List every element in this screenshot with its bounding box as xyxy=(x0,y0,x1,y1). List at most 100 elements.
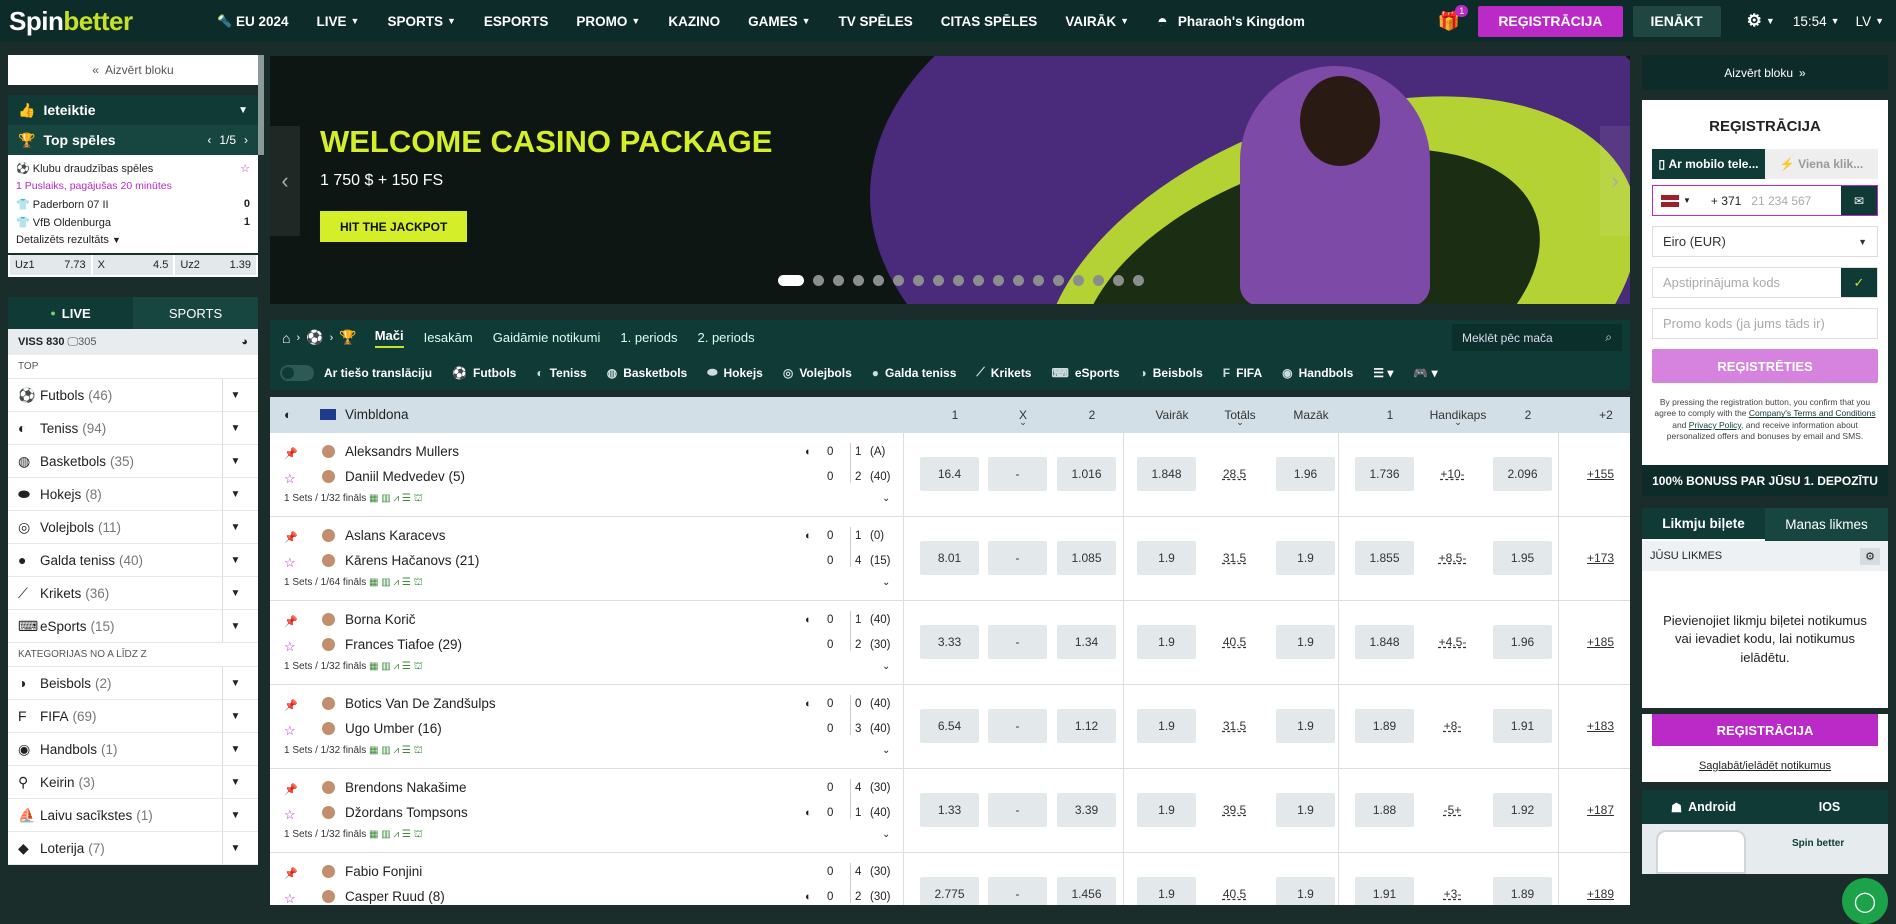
chevron-down-icon[interactable]: ▼ xyxy=(222,577,248,609)
all-events-row[interactable]: VISS 830 🖵305 ◕ xyxy=(8,329,258,355)
confirmation-code-input[interactable]: Apstiprinājuma kods xyxy=(1653,275,1841,290)
stats-icons[interactable]: ▦ ▥ ⩘ ☰ ⛫ xyxy=(366,493,423,504)
promo-banner[interactable]: ‹ › WELCOME CASINO PACKAGE 1 750 $ + 150… xyxy=(270,56,1630,304)
gamepad-icon[interactable]: 🎮 ▾ xyxy=(1413,366,1437,380)
chevron-down-icon[interactable]: ▼ xyxy=(222,544,248,576)
nav-item-2[interactable]: SPORTS ▼ xyxy=(373,14,469,29)
pin-icon[interactable]: 📌 xyxy=(284,531,298,544)
odds-button-1[interactable]: - xyxy=(988,541,1047,575)
envelope-icon[interactable]: ✉ xyxy=(1841,186,1877,215)
sport-filter-4[interactable]: ◎ Volejbols xyxy=(783,366,852,380)
save-load-events-link[interactable]: Saglabāt/ielādēt notikumus xyxy=(1642,750,1888,782)
banner-dot-1[interactable] xyxy=(813,275,824,286)
odds-button-4[interactable]: 39.5 xyxy=(1205,793,1264,827)
odds-button-6[interactable]: 1.736 xyxy=(1355,457,1414,491)
sport-row-laivu-sacīkstes[interactable]: ⛵ Laivu sacīkstes (1) ▼ xyxy=(8,799,258,832)
odds-button-3[interactable]: 1.9 xyxy=(1137,793,1196,827)
banner-next-arrow[interactable]: › xyxy=(1600,126,1630,236)
sport-row-fifa[interactable]: F FIFA (69) ▼ xyxy=(8,700,258,733)
banner-dot-14[interactable] xyxy=(1073,275,1084,286)
live-stream-toggle[interactable] xyxy=(280,364,314,381)
spinbetter-logo[interactable]: Spinbetter xyxy=(0,6,200,37)
table-row[interactable]: 📌 ☆ Borna Korič Frances Tiafoe (29) 1 Sets /… xyxy=(270,601,1630,685)
odds-button-0[interactable]: 1.33 xyxy=(920,793,979,827)
odds-button-0[interactable]: 2.775 xyxy=(920,877,979,905)
chevron-down-icon[interactable]: ⌄ xyxy=(882,661,890,672)
odds-button-6[interactable]: 1.88 xyxy=(1355,793,1414,827)
bet-slip-register-button[interactable]: REĢISTRĀCIJA xyxy=(1652,714,1878,746)
nav-item-6[interactable]: GAMES ▼ xyxy=(734,14,824,29)
chevron-down-icon[interactable]: ▼ xyxy=(222,733,248,765)
nav-item-9[interactable]: VAIRĀK ▼ xyxy=(1051,14,1143,29)
chevron-down-icon[interactable]: ▼ xyxy=(222,700,248,732)
language-select[interactable]: LV ▼ xyxy=(1844,14,1896,29)
odds-button-2[interactable]: 1.016 xyxy=(1057,457,1116,491)
login-button[interactable]: IENĀKT xyxy=(1632,5,1721,37)
sport-filter-8[interactable]: ◑ Beisbols xyxy=(1140,366,1203,380)
sport-filter-10[interactable]: ◉ Handbols xyxy=(1282,366,1353,380)
globe-icon[interactable]: ◕ xyxy=(241,336,248,348)
odds-button-4[interactable]: 40.5 xyxy=(1205,625,1264,659)
odds-button-7[interactable]: +10- xyxy=(1423,457,1482,491)
odds-button-3[interactable]: 1.9 xyxy=(1137,625,1196,659)
tab-2[interactable]: Gaidāmie notikumi xyxy=(493,330,601,345)
tab-4[interactable]: 2. periods xyxy=(697,330,754,345)
stats-icons[interactable]: ▦ ▥ ⩘ ☰ ⛫ xyxy=(366,577,423,588)
close-right-block-button[interactable]: Aizvērt bloku » xyxy=(1642,55,1888,90)
sport-row-basketbols[interactable]: ◍ Basketbols (35) ▼ xyxy=(8,445,258,478)
nav-item-5[interactable]: KAZINO xyxy=(654,14,734,29)
odds-button-8[interactable]: 1.91 xyxy=(1493,709,1552,743)
table-row[interactable]: 📌 ☆ Botics Van De Zandšulps Ugo Umber (16) 1… xyxy=(270,685,1630,769)
odds-button-3[interactable]: 1.9 xyxy=(1137,709,1196,743)
favorite-star-icon[interactable]: ☆ xyxy=(284,471,296,487)
favorite-star-icon[interactable]: ☆ xyxy=(284,891,296,905)
odds-button-1[interactable]: - xyxy=(988,877,1047,905)
odds-button-5[interactable]: 1.9 xyxy=(1276,793,1335,827)
odds-button-3[interactable]: 1.848 xyxy=(1137,457,1196,491)
sport-filter-3[interactable]: ⬬ Hokejs xyxy=(707,365,763,380)
tournament-name[interactable]: Vimbldona xyxy=(345,407,409,422)
odds-button-2[interactable]: 1.34 xyxy=(1057,625,1116,659)
odds-cell-1[interactable]: X 4.5 xyxy=(92,255,174,275)
odds-button-5[interactable]: 1.96 xyxy=(1276,457,1335,491)
sport-row-galda-teniss[interactable]: ● Galda teniss (40) ▼ xyxy=(8,544,258,577)
table-row[interactable]: 📌 ☆ Brendons Nakašime Džordans Tompsons 1 Se… xyxy=(270,769,1630,853)
odds-button-4[interactable]: 40.5 xyxy=(1205,877,1264,905)
odds-button-7[interactable]: +8.5- xyxy=(1423,541,1482,575)
chat-support-button[interactable]: ◯ xyxy=(1842,878,1888,924)
table-row[interactable]: 📌☆Fabio FonjiniCasper Ruud (8)1 Sets / 1… xyxy=(270,853,1630,905)
banner-dot-2[interactable] xyxy=(833,275,844,286)
featured-game-link[interactable]: ◓ Pharaoh's Kingdom xyxy=(1143,11,1319,32)
ios-app-button[interactable]: IOS xyxy=(1765,790,1888,824)
banner-dot-9[interactable] xyxy=(973,275,984,286)
stats-icons[interactable]: ▦ ▥ ⩘ ☰ ⛫ xyxy=(366,829,423,840)
hit-the-jackpot-button[interactable]: HIT THE JACKPOT xyxy=(320,211,468,242)
register-button[interactable]: REĢISTRĀCIJA xyxy=(1478,5,1623,37)
banner-dot-7[interactable] xyxy=(933,275,944,286)
odds-button-8[interactable]: 1.96 xyxy=(1493,625,1552,659)
pin-icon[interactable]: 📌 xyxy=(284,615,298,628)
banner-dot-12[interactable] xyxy=(1033,275,1044,286)
odds-button-0[interactable]: 16.4 xyxy=(920,457,979,491)
promo-code-input[interactable]: Promo kods (ja jums tāds ir) xyxy=(1652,308,1878,339)
odds-button-1[interactable]: - xyxy=(988,457,1047,491)
tab-3[interactable]: 1. periods xyxy=(620,330,677,345)
nav-item-0[interactable]: 🔦 EU 2024 xyxy=(203,14,303,29)
odds-button-7[interactable]: -5+ xyxy=(1423,793,1482,827)
favorite-star-icon[interactable]: ☆ xyxy=(284,723,296,739)
settings-menu[interactable]: ⚙ ▼ xyxy=(1733,11,1789,31)
banner-dot-3[interactable] xyxy=(853,275,864,286)
chevron-down-icon[interactable]: ▼ xyxy=(222,511,248,543)
chevron-down-icon[interactable]: ⌄ xyxy=(1428,417,1488,428)
odds-button-5[interactable]: 1.9 xyxy=(1276,541,1335,575)
chevron-down-icon[interactable]: ⌄ xyxy=(882,745,890,756)
odds-button-5[interactable]: 1.9 xyxy=(1276,709,1335,743)
banner-dot-8[interactable] xyxy=(953,275,964,286)
odds-button-0[interactable]: 8.01 xyxy=(920,541,979,575)
tab-live[interactable]: ● LIVE xyxy=(8,297,133,329)
match-search-input[interactable]: Meklēt pēc mača ⌕ xyxy=(1452,324,1622,351)
trophy-icon[interactable]: 🏆 xyxy=(339,329,356,346)
chevron-down-icon[interactable]: ⌄ xyxy=(882,829,890,840)
mobile-app-promo[interactable]: Spin better xyxy=(1642,824,1888,874)
tab-sports[interactable]: SPORTS xyxy=(133,297,258,329)
